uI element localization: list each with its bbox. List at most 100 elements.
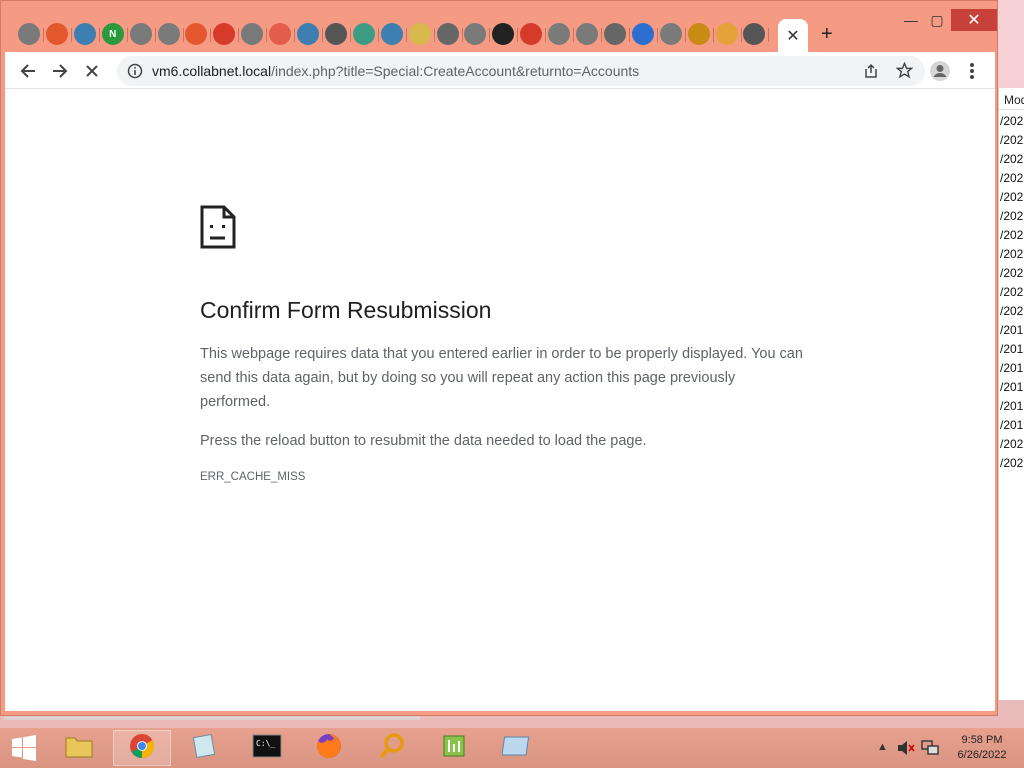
tab-app-icon[interactable] [492,23,515,45]
taskbar-app-remote-desktop[interactable] [488,730,546,766]
tab-sqlite-icon[interactable] [297,23,319,45]
list-item[interactable]: /202 [999,300,1024,319]
list-item[interactable]: /202 [999,224,1024,243]
svg-text:C:\_: C:\_ [256,739,275,748]
tab-opera-icon[interactable] [520,23,543,45]
tab-sqlite-icon[interactable] [73,23,96,45]
menu-button[interactable] [959,58,985,84]
tab-separator [573,28,575,42]
tab-globe-icon[interactable] [464,23,487,45]
url-host: vm6.collabnet.local [152,63,272,79]
list-item[interactable]: /201 [999,338,1024,357]
tab-separator [601,28,602,42]
list-item[interactable]: /201 [999,395,1024,414]
tab-magnifier-icon[interactable] [687,23,710,45]
tab-separator [349,28,351,42]
info-icon[interactable] [127,63,143,79]
clock-date: 6/26/2022 [957,749,1007,761]
list-item[interactable]: /201 [999,357,1024,376]
taskbar-app-editor[interactable] [425,730,483,766]
clock-time: 9:58 PM [961,734,1003,746]
background-window: Mod /202/202/202/202/202/202/202/202/202… [998,88,1024,700]
list-item[interactable]: /202 [999,167,1024,186]
forward-button[interactable] [47,58,73,84]
tab-globe-icon[interactable] [157,23,180,45]
sad-document-icon [200,205,236,249]
taskbar-app-firefox[interactable] [300,730,358,766]
show-hidden-icons[interactable]: ▲ [877,741,888,753]
tab-separator [210,28,212,42]
tab-separator [684,28,686,42]
tab-separator [98,28,100,42]
tab-close-icon[interactable]: ✕ [786,26,799,46]
back-button[interactable] [15,58,41,84]
network-icon[interactable] [921,740,939,756]
tab-separator [182,28,184,42]
stop-loading-button[interactable] [79,58,105,84]
share-icon[interactable] [863,63,879,79]
list-item[interactable]: /201 [999,376,1024,395]
tab-separator [656,28,658,42]
taskbar: C:\_ ▲ 9:58 PM 6/26/2022 [0,728,1024,768]
system-clock[interactable]: 9:58 PM 6/26/2022 [950,733,1014,763]
list-item[interactable]: /202 [999,129,1024,148]
active-tab[interactable]: ✕ [778,19,808,52]
list-item[interactable]: /202 [999,433,1024,452]
tab-globe-icon[interactable] [659,23,682,45]
taskbar-app-chrome[interactable] [112,730,171,766]
bookmark-star-icon[interactable] [896,62,913,79]
taskbar-app-search-app[interactable] [363,730,421,766]
tab-network-icon[interactable] [352,23,375,45]
new-tab-button[interactable]: + [821,23,833,45]
taskbar-app-file-explorer[interactable] [50,730,108,766]
editor-icon [440,732,468,765]
tab-cloud-icon[interactable] [631,23,654,45]
start-button[interactable] [4,730,44,766]
list-item[interactable]: /201 [999,414,1024,433]
url-text[interactable]: vm6.collabnet.local/index.php?title=Spec… [152,63,639,79]
minimize-button[interactable]: — [897,9,925,31]
tab-chrome-icon[interactable] [324,23,347,45]
tab-folder-icon[interactable] [408,23,431,45]
list-item[interactable]: /202 [999,110,1024,129]
list-item[interactable]: /202 [999,262,1024,281]
tab-globe-icon[interactable] [18,23,40,45]
tab-nginx-icon[interactable]: N [101,23,124,45]
tab-chrome-icon[interactable] [743,23,766,45]
address-bar[interactable]: vm6.collabnet.local/index.php?title=Spec… [117,56,925,86]
list-item[interactable]: /202 [999,281,1024,300]
background-rows: /202/202/202/202/202/202/202/202/202/202… [999,110,1024,471]
close-window-button[interactable]: ✕ [951,9,997,31]
tab-windows-icon[interactable] [185,23,208,45]
tab-globe-icon[interactable] [548,23,571,45]
tab-opera-icon[interactable] [213,23,236,45]
tab-gear-icon[interactable] [436,23,459,45]
error-description: This webpage requires data that you ente… [200,346,803,410]
back-arrow-icon [20,64,35,78]
tab-globe-icon[interactable] [129,23,152,45]
list-item[interactable]: /202 [999,243,1024,262]
avatar-icon [930,61,950,81]
horizontal-scrollbar[interactable] [4,716,420,720]
tab-sqlite-icon[interactable] [380,23,403,45]
list-item[interactable]: /202 [999,148,1024,167]
list-item[interactable]: /202 [999,205,1024,224]
list-item[interactable]: /201 [999,319,1024,338]
profile-button[interactable] [927,58,953,84]
taskbar-app-terminal[interactable]: C:\_ [238,730,296,766]
tab-separator [377,28,379,42]
tab-globe-icon[interactable] [241,23,264,45]
tab-globe-icon[interactable] [576,23,598,45]
column-header-modified[interactable]: Mod [999,88,1024,110]
speaker-muted-icon[interactable] [897,740,915,756]
tab-separator [43,28,44,42]
tab-app-icon[interactable] [45,23,68,45]
taskbar-app-notepad[interactable] [175,730,233,766]
tab-calendar-icon[interactable] [269,23,292,45]
tab-separator [545,28,547,42]
tab-gear-icon[interactable] [603,23,626,45]
tab-app-icon[interactable] [715,23,738,45]
maximize-button[interactable]: ▢ [923,9,951,31]
list-item[interactable]: /202 [999,186,1024,205]
list-item[interactable]: /202 [999,452,1024,471]
